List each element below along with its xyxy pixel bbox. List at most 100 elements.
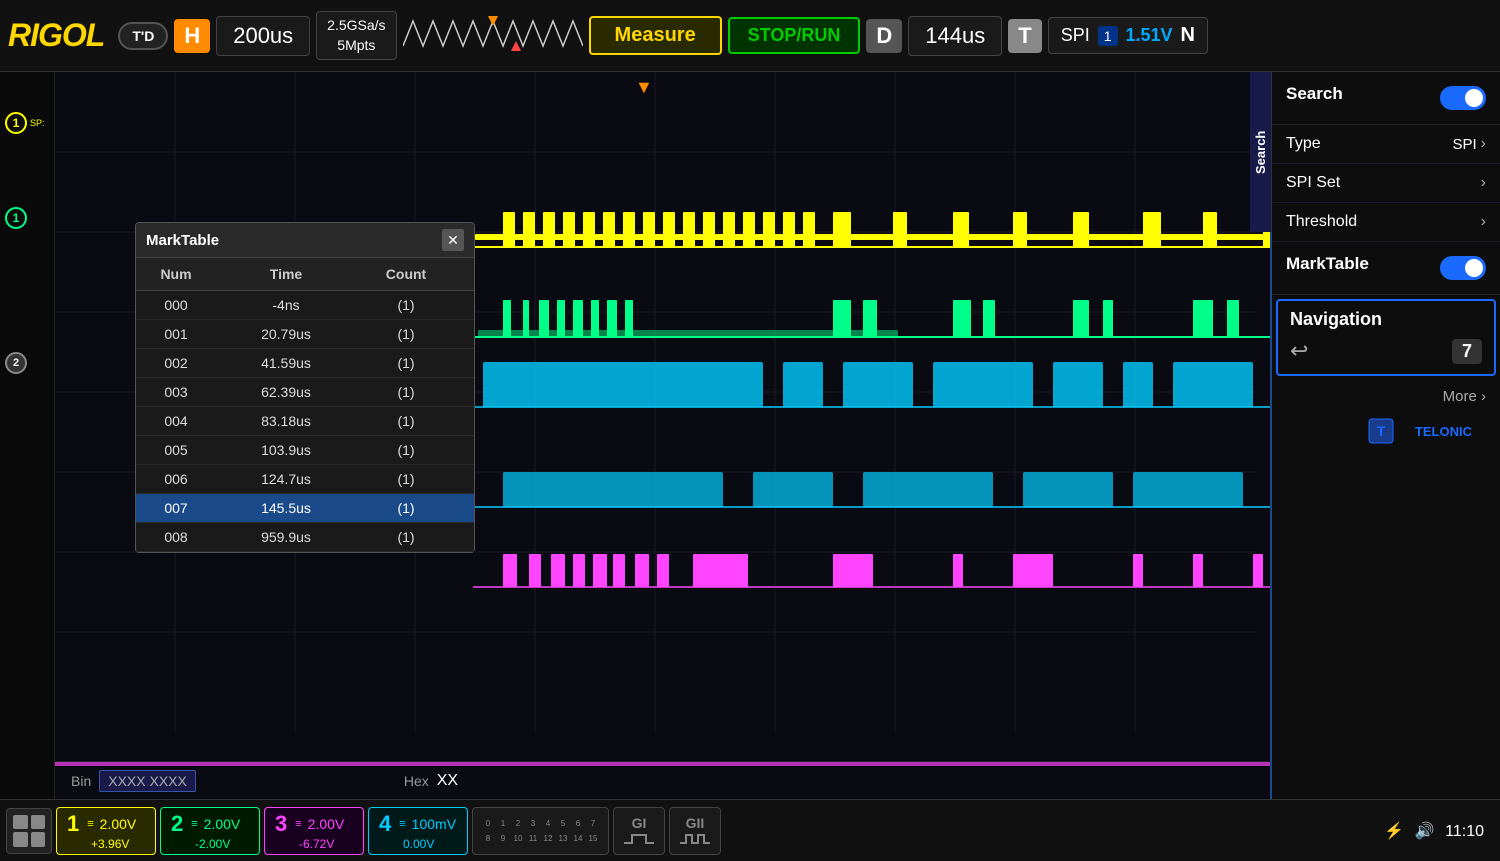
protocol-name: SPI bbox=[1061, 25, 1090, 46]
search-title: Search bbox=[1286, 84, 1343, 104]
stoprun-button[interactable]: STOP/RUN bbox=[728, 17, 861, 54]
h-label: H bbox=[174, 19, 210, 53]
ch1-indicator[interactable]: 1 bbox=[5, 112, 27, 134]
bin-value: XXXX XXXX bbox=[99, 770, 196, 792]
marktable-row-4[interactable]: 004 83.18us (1) bbox=[136, 407, 474, 436]
ch4-status[interactable]: 4 ≡ 100mV 0.00V bbox=[368, 807, 468, 855]
grid-dot-4 bbox=[31, 832, 46, 847]
row-num-4: 004 bbox=[136, 410, 216, 432]
row-time-2: 41.59us bbox=[216, 352, 356, 374]
gii-box[interactable]: GII bbox=[669, 807, 721, 855]
ch1-tag: SP: bbox=[30, 118, 45, 128]
ch3-status-num: 3 bbox=[275, 811, 287, 837]
navigation-section: Navigation ↩ 7 bbox=[1276, 299, 1496, 376]
ch1-status-num: 1 bbox=[67, 811, 79, 837]
ch4-status-num: 4 bbox=[379, 811, 391, 837]
marktable-section: MarkTable bbox=[1272, 242, 1500, 295]
scope-display[interactable]: ▼ bbox=[55, 72, 1270, 799]
marktable-row-3[interactable]: 003 62.39us (1) bbox=[136, 378, 474, 407]
td-button[interactable]: T'D bbox=[118, 22, 168, 50]
marktable-close-button[interactable]: ✕ bbox=[442, 229, 464, 251]
navigation-value: 7 bbox=[1452, 339, 1482, 364]
marktable-toggle[interactable] bbox=[1440, 256, 1486, 280]
ch1-label: 1 SP: bbox=[5, 112, 45, 134]
marktable-panel-title: MarkTable bbox=[1286, 254, 1369, 274]
ch2-status[interactable]: 2 ≡ 2.00V -2.00V bbox=[160, 807, 260, 855]
telonic-area: T TELONIC bbox=[1272, 413, 1500, 449]
rigol-logo: RIGOL bbox=[8, 17, 104, 54]
marktable-columns: Num Time Count bbox=[136, 258, 474, 291]
marktable-row-2[interactable]: 002 41.59us (1) bbox=[136, 349, 474, 378]
ch2-indicator[interactable]: 1 bbox=[5, 207, 27, 229]
svg-text:T: T bbox=[1377, 423, 1386, 439]
usb-icon: ⚡ bbox=[1384, 823, 1404, 840]
row-count-1: (1) bbox=[356, 323, 456, 345]
spi-set-chevron-icon: › bbox=[1481, 174, 1486, 192]
gi-waveform-icon bbox=[624, 831, 654, 847]
marktable-row-0[interactable]: 000 -4ns (1) bbox=[136, 291, 474, 320]
time-display-area: ⚡ 🔊 11:10 bbox=[1384, 821, 1494, 841]
type-chevron-icon: › bbox=[1481, 135, 1486, 153]
gi-box[interactable]: GI bbox=[613, 807, 665, 855]
threshold-label: Threshold bbox=[1286, 213, 1357, 231]
l-cell-6: 6 bbox=[571, 816, 585, 830]
col-count-header: Count bbox=[356, 262, 456, 286]
navigation-back-icon[interactable]: ↩ bbox=[1290, 338, 1308, 364]
row-time-6: 124.7us bbox=[216, 468, 356, 490]
marktable-row-8[interactable]: 008 959.9us (1) bbox=[136, 523, 474, 552]
marktable-title: MarkTable bbox=[146, 232, 219, 249]
row-count-3: (1) bbox=[356, 381, 456, 403]
ch3-status[interactable]: 3 ≡ 2.00V -6.72V bbox=[264, 807, 364, 855]
bin-label: Bin bbox=[71, 773, 91, 789]
l-cell-3: 3 bbox=[526, 816, 540, 830]
bottom-bar: 1 ≡ 2.00V +3.96V 2 ≡ 2.00V -2.00V 3 ≡ 2.… bbox=[0, 799, 1500, 861]
ch1-status[interactable]: 1 ≡ 2.00V +3.96V bbox=[56, 807, 156, 855]
l-cell-5: 5 bbox=[556, 816, 570, 830]
marktable-row-7[interactable]: 007 145.5us (1) bbox=[136, 494, 474, 523]
marktable-popup: MarkTable ✕ Num Time Count 000 -4ns (1) … bbox=[135, 222, 475, 553]
l-cell-7: 7 bbox=[586, 816, 600, 830]
ch1-equal-icon: ≡ bbox=[87, 818, 93, 830]
row-num-1: 001 bbox=[136, 323, 216, 345]
more-button[interactable]: More › bbox=[1272, 380, 1500, 413]
trigger-waveform-indicator bbox=[403, 11, 583, 61]
l-cell-4: 4 bbox=[541, 816, 555, 830]
row-time-8: 959.9us bbox=[216, 526, 356, 548]
l-cell-11: 11 bbox=[526, 831, 540, 845]
ch3-digital-pattern-upper bbox=[473, 347, 1270, 417]
measure-button[interactable]: Measure bbox=[589, 16, 722, 55]
more-chevron-icon: › bbox=[1481, 388, 1486, 405]
ch4-voltage: 100mV bbox=[412, 816, 456, 832]
hex-label: Hex bbox=[404, 773, 429, 789]
row-time-1: 20.79us bbox=[216, 323, 356, 345]
search-toggle[interactable] bbox=[1440, 86, 1486, 110]
ch3-equal-icon: ≡ bbox=[295, 818, 301, 830]
marktable-row-1[interactable]: 001 20.79us (1) bbox=[136, 320, 474, 349]
threshold-nav-item[interactable]: Threshold › bbox=[1272, 203, 1500, 242]
grid-dot-1 bbox=[13, 815, 28, 830]
timebase-value[interactable]: 200us bbox=[216, 16, 310, 56]
ch-d2-indicator[interactable]: 2 bbox=[5, 352, 27, 374]
telonic-label: TELONIC bbox=[1401, 420, 1486, 443]
protocol-box[interactable]: SPI 1 1.51V N bbox=[1048, 17, 1208, 54]
type-value: SPI bbox=[1452, 136, 1476, 153]
l-cell-1: 1 bbox=[496, 816, 510, 830]
row-num-5: 005 bbox=[136, 439, 216, 461]
row-num-6: 006 bbox=[136, 468, 216, 490]
spi-set-nav-item[interactable]: SPI Set › bbox=[1272, 164, 1500, 203]
marktable-row-6[interactable]: 006 124.7us (1) bbox=[136, 465, 474, 494]
marktable-row-5[interactable]: 005 103.9us (1) bbox=[136, 436, 474, 465]
type-nav-item[interactable]: Type SPI › bbox=[1272, 125, 1500, 164]
trigger-voltage: 1.51V bbox=[1126, 25, 1173, 46]
delay-value[interactable]: 144us bbox=[908, 16, 1002, 56]
ch2-equal-icon: ≡ bbox=[191, 818, 197, 830]
grid-button[interactable] bbox=[6, 808, 52, 854]
ch4-digital-pattern bbox=[473, 542, 1270, 597]
col-time-header: Time bbox=[216, 262, 356, 286]
l-status-box[interactable]: 0 1 2 3 4 5 6 7 8 9 10 11 12 13 14 15 bbox=[472, 807, 609, 855]
spi-set-label: SPI Set bbox=[1286, 174, 1340, 192]
row-time-4: 83.18us bbox=[216, 410, 356, 432]
n-label: N bbox=[1181, 24, 1195, 47]
row-num-8: 008 bbox=[136, 526, 216, 548]
row-num-7: 007 bbox=[136, 497, 216, 519]
